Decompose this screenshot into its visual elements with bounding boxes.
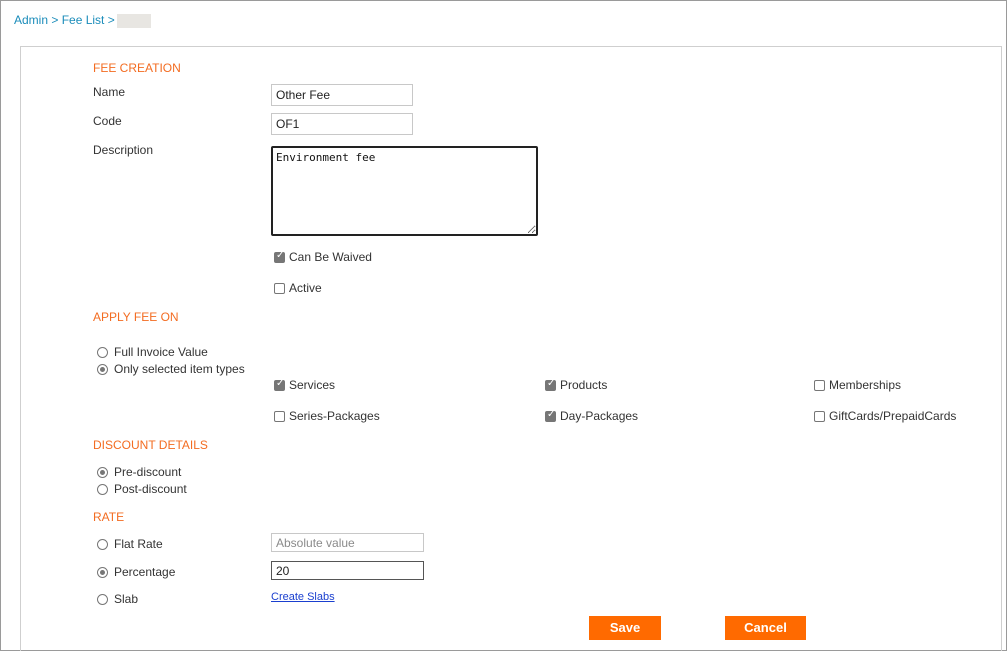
name-label: Name: [93, 85, 126, 99]
flat-rate-radio[interactable]: Flat Rate: [97, 537, 163, 551]
percentage-radio[interactable]: Percentage: [97, 565, 175, 579]
only-selected-item-types-label: Only selected item types: [114, 362, 245, 376]
item-type-label: Series-Packages: [289, 409, 380, 423]
radio-icon: [97, 363, 108, 375]
slab-radio[interactable]: Slab: [97, 592, 138, 606]
flat-rate-input[interactable]: [271, 533, 424, 552]
item-type-label: Services: [289, 378, 336, 392]
item-type-memberships-checkbox[interactable]: Memberships: [814, 378, 901, 392]
pre-discount-radio[interactable]: Pre-discount: [97, 465, 181, 479]
percentage-label: Percentage: [114, 565, 176, 579]
can-be-waived-label: Can Be Waived: [289, 250, 372, 264]
pre-discount-label: Pre-discount: [114, 465, 182, 479]
checkbox-icon: [274, 282, 285, 294]
description-label: Description: [93, 143, 154, 157]
breadcrumb-fee-list-link[interactable]: Fee List: [62, 13, 105, 27]
item-type-label: Products: [560, 378, 608, 392]
active-checkbox[interactable]: Active: [274, 281, 322, 295]
code-input[interactable]: [271, 113, 413, 135]
breadcrumb-current: [116, 13, 151, 28]
item-type-label: Day-Packages: [560, 409, 639, 423]
item-type-label: Memberships: [829, 378, 902, 392]
item-type-day-packages-checkbox[interactable]: Day-Packages: [545, 409, 638, 423]
can-be-waived-checkbox[interactable]: Can Be Waived: [274, 250, 372, 264]
rate-heading: RATE: [93, 510, 125, 524]
apply-fee-on-heading: APPLY FEE ON: [93, 310, 179, 324]
checkbox-icon: [545, 409, 556, 422]
code-label: Code: [93, 114, 122, 128]
breadcrumb-separator: >: [48, 13, 62, 27]
item-type-label: GiftCards/PrepaidCards: [829, 409, 957, 423]
checkbox-icon: [274, 378, 285, 391]
flat-rate-label: Flat Rate: [114, 537, 163, 551]
post-discount-radio[interactable]: Post-discount: [97, 482, 187, 496]
checkbox-icon: [274, 250, 285, 263]
save-button[interactable]: Save: [589, 616, 661, 640]
breadcrumb-admin-link[interactable]: Admin: [14, 13, 48, 27]
item-type-products-checkbox[interactable]: Products: [545, 378, 607, 392]
cancel-button[interactable]: Cancel: [725, 616, 806, 640]
item-type-series-packages-checkbox[interactable]: Series-Packages: [274, 409, 380, 423]
full-invoice-value-radio[interactable]: Full Invoice Value: [97, 345, 208, 359]
only-selected-item-types-radio[interactable]: Only selected item types: [97, 362, 245, 376]
radio-icon: [97, 566, 108, 578]
radio-icon: [97, 538, 108, 550]
slab-label: Slab: [114, 592, 139, 606]
post-discount-label: Post-discount: [114, 482, 187, 496]
breadcrumb: Admin > Fee List >: [14, 13, 151, 28]
radio-icon: [97, 483, 108, 495]
fee-creation-heading: FEE CREATION: [93, 61, 181, 75]
item-type-giftcards-checkbox[interactable]: GiftCards/PrepaidCards: [814, 409, 956, 423]
checkbox-icon: [545, 378, 556, 391]
percentage-input[interactable]: [271, 561, 424, 580]
checkbox-icon: [814, 410, 825, 422]
discount-details-heading: DISCOUNT DETAILS: [93, 438, 208, 452]
radio-icon: [97, 466, 108, 478]
breadcrumb-separator: >: [104, 13, 115, 27]
description-textarea[interactable]: Environment fee: [271, 146, 538, 236]
radio-icon: [97, 593, 108, 605]
checkbox-icon: [274, 410, 285, 422]
active-label: Active: [289, 281, 322, 295]
radio-icon: [97, 346, 108, 358]
create-slabs-link[interactable]: Create Slabs: [271, 591, 335, 603]
name-input[interactable]: [271, 84, 413, 106]
item-type-services-checkbox[interactable]: Services: [274, 378, 335, 392]
checkbox-icon: [814, 379, 825, 391]
full-invoice-value-label: Full Invoice Value: [114, 345, 208, 359]
